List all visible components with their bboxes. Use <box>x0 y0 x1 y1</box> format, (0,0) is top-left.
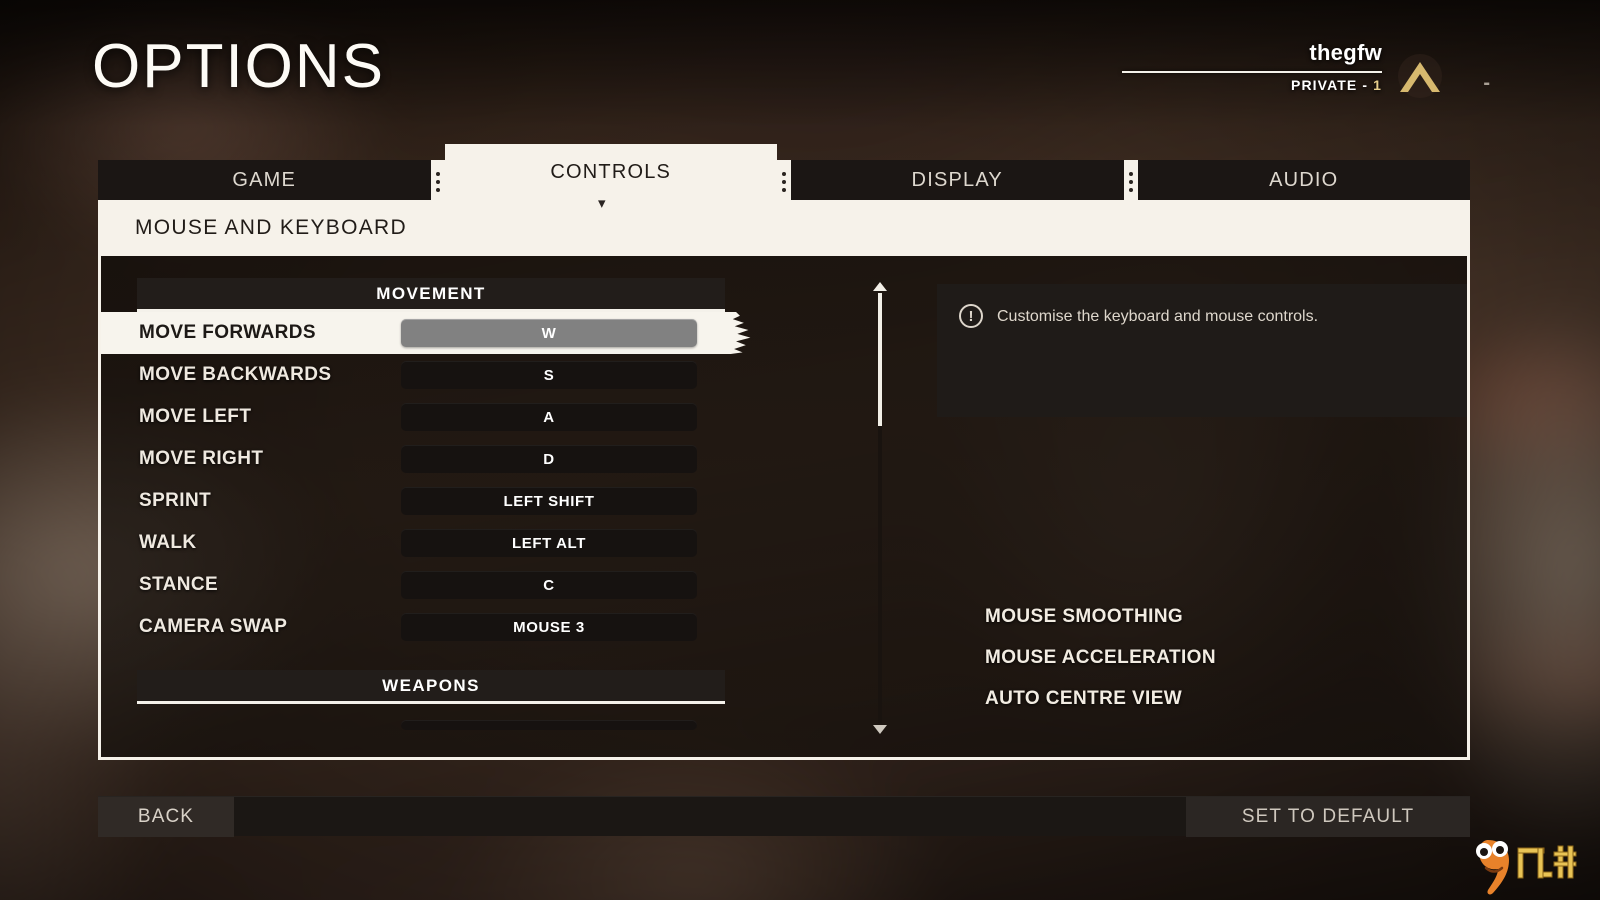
player-divider <box>1122 71 1382 73</box>
binding-action-label: SPRINT <box>139 490 212 511</box>
key-bindings-list[interactable]: MOVEMENT MOVE FORWARDS W MOVE BACKWARDS … <box>101 256 761 757</box>
chevron-down-icon: ▾ <box>598 195 606 212</box>
set-to-default-button[interactable]: SET TO DEFAULT <box>1186 797 1470 837</box>
scroll-up-arrow-icon[interactable] <box>873 282 887 291</box>
rank-separator: - <box>1362 77 1369 93</box>
player-info: thegfw PRIVATE - 1 <box>1082 40 1382 93</box>
binding-row[interactable]: MOVE BACKWARDS S <box>101 354 761 396</box>
options-tab-bar: GAME CONTROLS DISPLAY AUDIO <box>98 144 1470 200</box>
binding-key-button[interactable]: C <box>401 571 697 599</box>
binding-key-button[interactable]: W <box>401 319 697 347</box>
section-subheader: MOUSE AND KEYBOARD <box>101 200 1467 256</box>
footer-bar: BACK SET TO DEFAULT <box>98 796 1470 837</box>
binding-key-button[interactable]: LEFT ALT <box>401 529 697 557</box>
binding-row[interactable]: STANCE C <box>101 564 761 606</box>
rank-number: 1 <box>1373 77 1382 93</box>
options-panel: MOUSE AND KEYBOARD MOVEMENT MOVE FORWARD… <box>98 200 1470 760</box>
binding-key-button[interactable]: LEFT SHIFT <box>401 487 697 515</box>
binding-key-button[interactable]: S <box>401 361 697 389</box>
binding-key-button[interactable]: A <box>401 403 697 431</box>
tab-display[interactable]: DISPLAY <box>791 160 1124 200</box>
tab-separator-dots-icon <box>430 160 445 200</box>
info-panel-text: Customise the keyboard and mouse control… <box>997 308 1319 325</box>
panel-body: MOVEMENT MOVE FORWARDS W MOVE BACKWARDS … <box>101 256 1467 757</box>
binding-row[interactable]: SPRINT LEFT SHIFT <box>101 480 761 522</box>
tab-separator-dots-icon <box>777 160 791 200</box>
binding-key-button[interactable] <box>401 720 697 730</box>
binding-row[interactable]: MOVE RIGHT D <box>101 438 761 480</box>
binding-action-label: MOVE RIGHT <box>139 448 264 469</box>
toggle-label: MOUSE ACCELERATION <box>985 646 1216 668</box>
binding-action-label: MOVE LEFT <box>139 406 252 427</box>
binding-row[interactable]: WALK LEFT ALT <box>101 522 761 564</box>
scrollbar-track[interactable] <box>878 293 882 723</box>
mouse-options-list: MOUSE SMOOTHING MOUSE ACCELERATION AUTO … <box>985 596 1467 719</box>
binding-row[interactable]: CAMERA SWAP MOUSE 3 <box>101 606 761 648</box>
toggle-row-mouse-acceleration[interactable]: MOUSE ACCELERATION <box>985 637 1467 678</box>
subheader-label: MOUSE AND KEYBOARD <box>135 216 407 239</box>
scroll-down-arrow-icon[interactable] <box>873 725 887 734</box>
binding-key-button[interactable]: MOUSE 3 <box>401 613 697 641</box>
binding-action-label: STANCE <box>139 574 219 595</box>
toggle-label: MOUSE SMOOTHING <box>985 605 1184 627</box>
toggle-row-mouse-smoothing[interactable]: MOUSE SMOOTHING <box>985 596 1467 637</box>
player-rank: PRIVATE - 1 <box>1082 77 1382 93</box>
tab-game[interactable]: GAME <box>98 160 431 200</box>
binding-row[interactable]: MOVE FORWARDS W <box>101 312 761 354</box>
header-trailing-dash: - <box>1483 72 1490 94</box>
player-name: thegfw <box>1309 40 1382 65</box>
binding-row[interactable]: MOVE LEFT A <box>101 396 761 438</box>
page-title: OPTIONS <box>92 32 386 101</box>
bindings-section-header: WEAPONS <box>137 670 725 704</box>
tab-audio[interactable]: AUDIO <box>1137 160 1470 200</box>
binding-action-label: CAMERA SWAP <box>139 616 288 637</box>
back-button[interactable]: BACK <box>98 797 234 837</box>
binding-key-button[interactable]: D <box>401 445 697 473</box>
binding-action-label: MOVE BACKWARDS <box>139 364 332 385</box>
rank-label: PRIVATE <box>1291 77 1358 93</box>
bindings-section-header: MOVEMENT <box>137 278 725 312</box>
info-panel: ! Customise the keyboard and mouse contr… <box>937 284 1467 417</box>
toggle-label: AUTO CENTRE VIEW <box>985 687 1183 709</box>
jiuyou-logo-watermark <box>1442 834 1592 896</box>
exclamation-circle-icon: ! <box>959 304 983 328</box>
tab-separator-dots-icon <box>1123 160 1138 200</box>
binding-row[interactable] <box>101 704 761 746</box>
toggle-row-auto-centre-view[interactable]: AUTO CENTRE VIEW <box>985 678 1467 719</box>
scrollbar-thumb[interactable] <box>878 293 882 427</box>
binding-action-label: WALK <box>139 532 197 553</box>
tab-controls[interactable]: CONTROLS <box>444 144 777 200</box>
game-options-screen: OPTIONS thegfw PRIVATE - 1 - GAME CONTRO… <box>0 0 1600 900</box>
chevron-rank-insignia-icon <box>1388 52 1452 100</box>
bindings-scrollbar[interactable] <box>871 282 889 734</box>
binding-action-label: MOVE FORWARDS <box>139 322 316 343</box>
